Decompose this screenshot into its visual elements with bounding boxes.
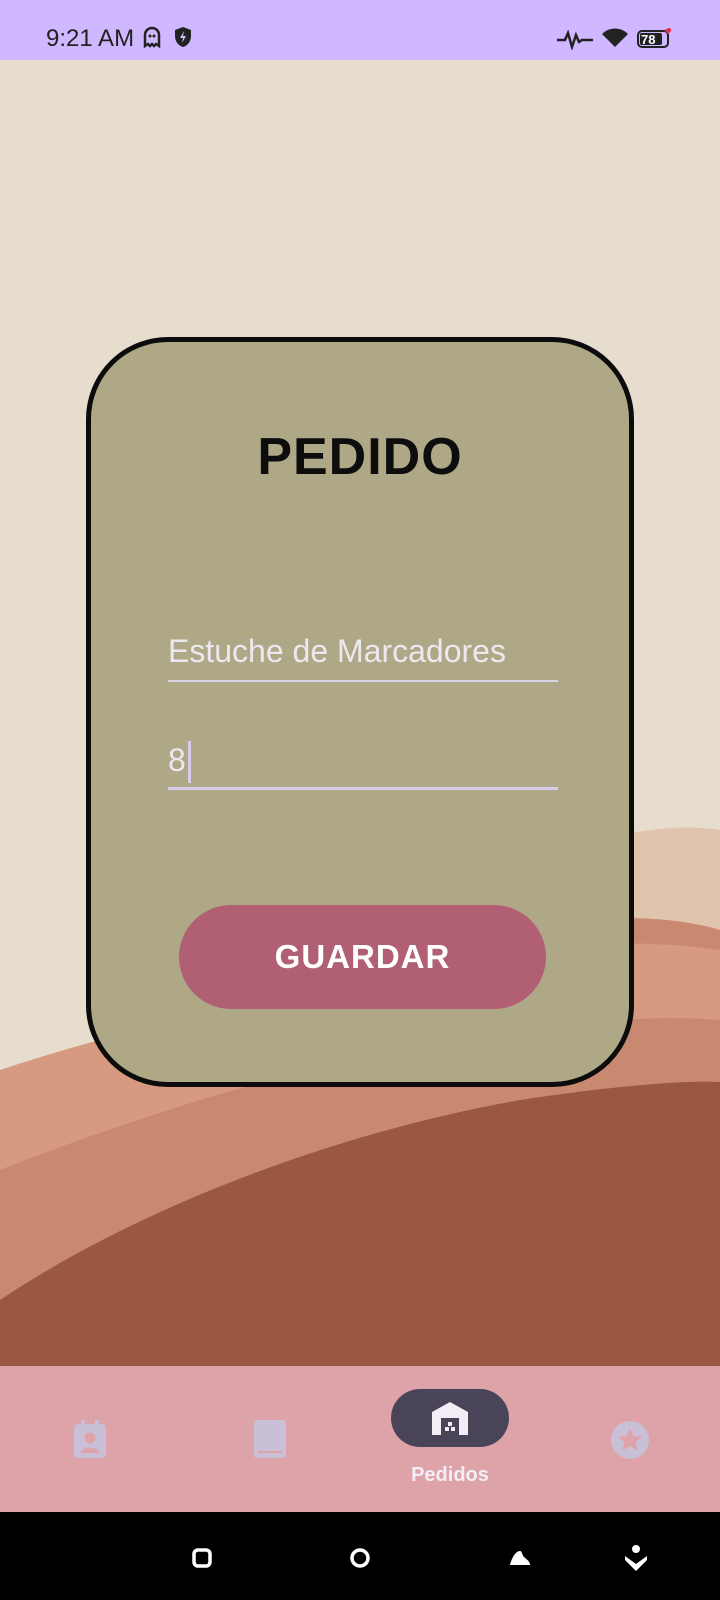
nav-item-favorites[interactable] [570,1366,690,1512]
status-bar: 9:21 AM 78 [0,0,720,60]
warehouse-icon [431,1400,469,1441]
accessibility-icon[interactable] [624,1544,648,1577]
ghost-icon [143,26,161,53]
wifi-icon [601,27,629,54]
activity-icon [557,29,593,55]
home-icon[interactable] [349,1547,371,1574]
save-button[interactable]: GUARDAR [179,905,546,1009]
quantity-value: 8 [168,742,186,778]
nav-item-catalog[interactable] [210,1366,330,1512]
page-title: PEDIDO [257,428,463,486]
system-navigation-bar [0,1512,720,1600]
star-badge-icon [611,1421,649,1464]
recents-icon[interactable] [192,1548,212,1573]
order-card: PEDIDO Estuche de Marcadores 8 GUARDAR [86,337,634,1087]
product-name-value: Estuche de Marcadores [168,633,506,669]
nav-label-orders: Pedidos [411,1464,489,1486]
battery-icon: 78 [637,27,673,55]
product-name-field[interactable]: Estuche de Marcadores [168,632,558,682]
bottom-navigation: Pedidos [0,1366,720,1512]
quantity-field[interactable]: 8 [168,740,558,790]
nav-item-contacts[interactable] [30,1366,150,1512]
back-icon[interactable] [508,1549,532,1572]
battery-level: 78 [641,32,656,47]
shield-icon [173,26,193,53]
status-time: 9:21 AM [46,25,135,52]
active-indicator [391,1389,509,1447]
book-icon [254,1420,286,1463]
text-caret [188,741,191,783]
contact-card-icon [72,1420,108,1465]
